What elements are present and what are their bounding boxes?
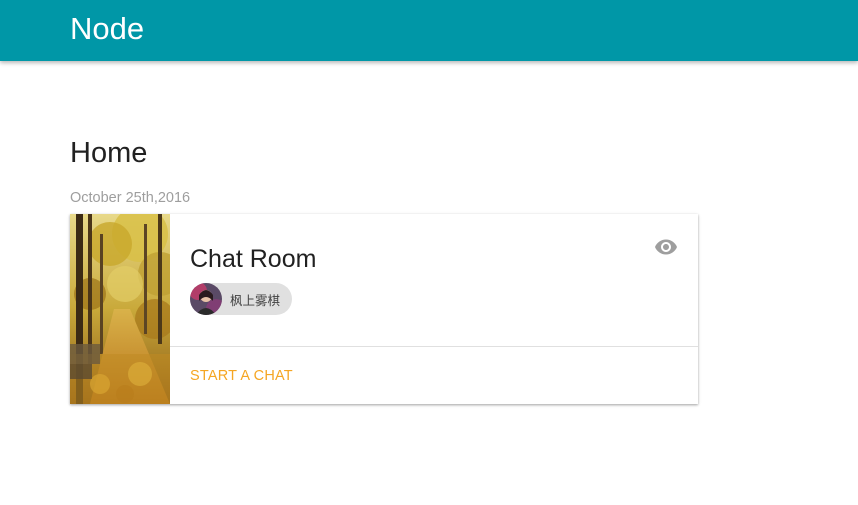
author-chip[interactable]: 枫上雾棋 xyxy=(190,283,293,315)
app-bar: Node xyxy=(0,0,858,61)
card-content: Chat Room 枫上雾棋 START A CHAT xyxy=(170,214,698,404)
author-name: 枫上雾棋 xyxy=(230,292,281,308)
eye-icon[interactable] xyxy=(654,235,678,259)
post-date: October 25th,2016 xyxy=(70,190,191,206)
card-divider xyxy=(170,346,698,347)
app-title[interactable]: Node xyxy=(70,11,144,47)
start-chat-button[interactable]: START A CHAT xyxy=(190,367,293,385)
autumn-forest-image xyxy=(70,214,170,404)
card-title: Chat Room xyxy=(190,245,317,273)
page-title: Home xyxy=(70,137,148,169)
chat-room-card: Chat Room 枫上雾棋 START A CHAT xyxy=(70,214,698,404)
avatar xyxy=(190,283,222,315)
